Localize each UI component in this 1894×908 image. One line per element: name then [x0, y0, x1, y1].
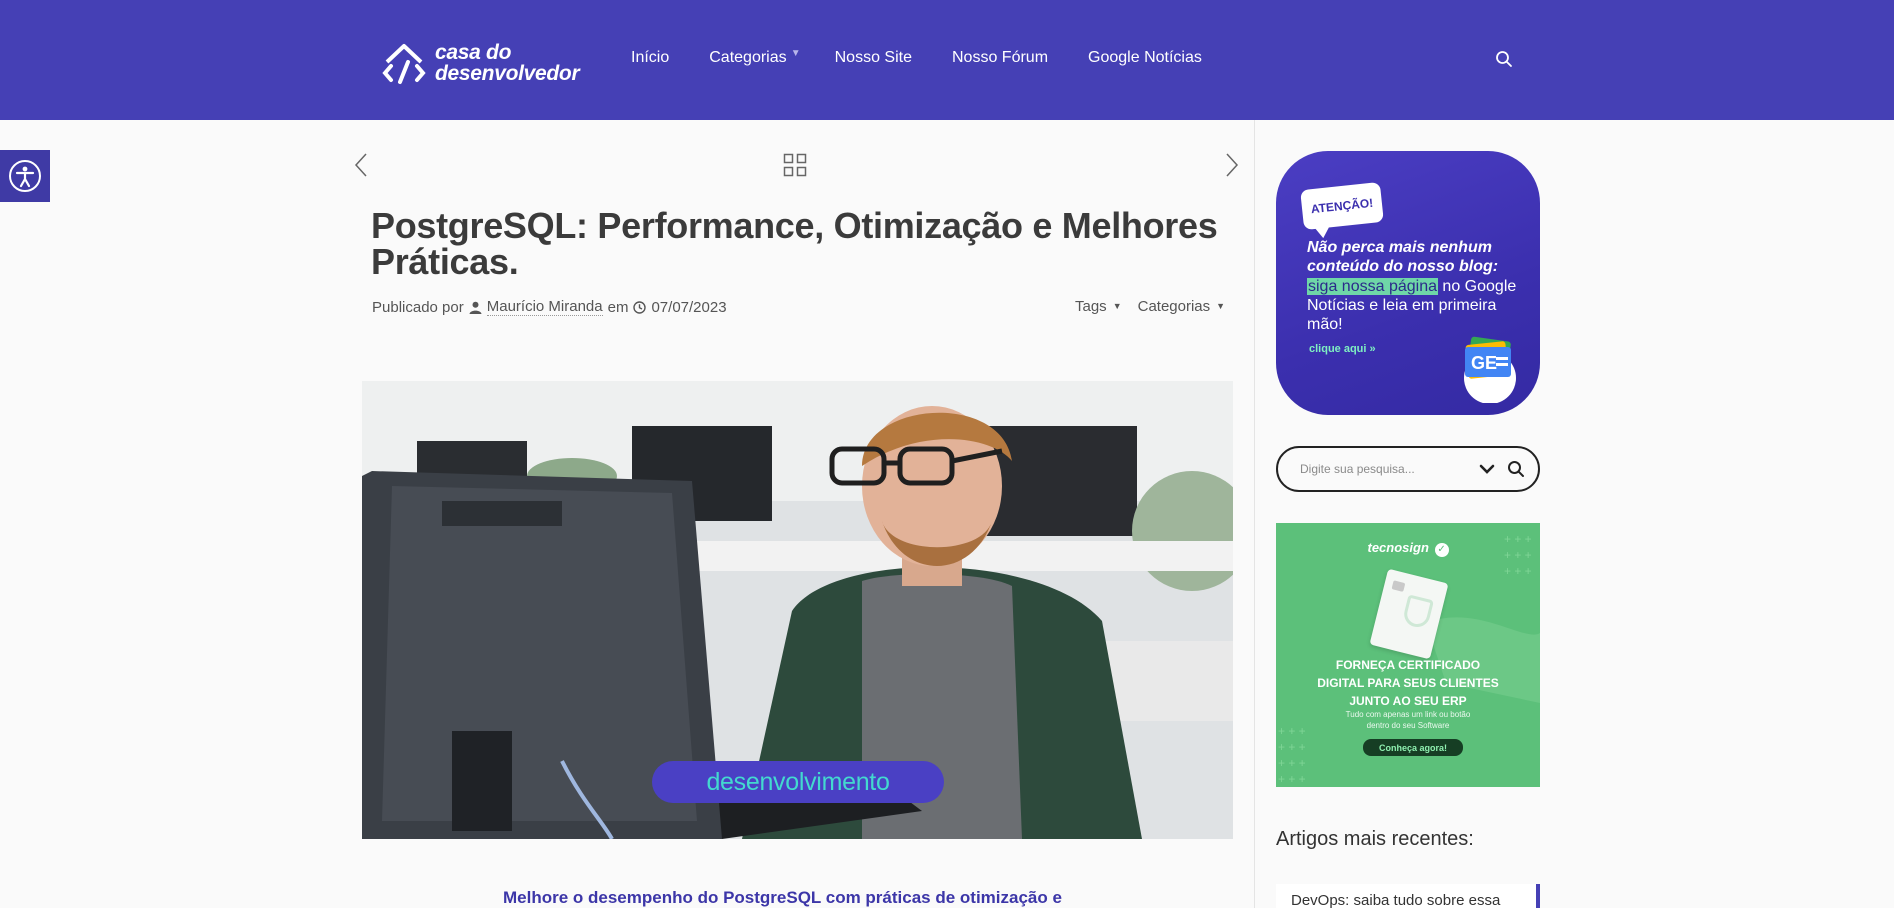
tecnosign-ad-banner[interactable]: + + + + + + + + + + + + + + + + + + + + + tec… [1276, 523, 1540, 787]
google-news-icon: GE [1464, 336, 1516, 403]
attention-badge: ATENÇÃO! [1300, 181, 1384, 231]
caret-down-icon: ▼ [1216, 301, 1226, 311]
post-taxonomy: Tags ▼ Categorias ▼ [1075, 298, 1225, 315]
author-link[interactable]: Maurício Miranda [486, 298, 603, 316]
ad-brand-name: tecnosign ✓ [1276, 540, 1540, 557]
logo-code-house-icon [382, 44, 426, 84]
promo-cta-link[interactable]: clique aqui » [1309, 343, 1376, 355]
tags-label: Tags [1075, 298, 1107, 315]
post-title: PostgreSQL: Performance, Otimização e Me… [371, 205, 1218, 282]
accessibility-icon [9, 160, 41, 192]
ad-headline-line: FORNEÇA CERTIFICADO [1335, 658, 1481, 672]
logo-text-line1: casa do [435, 41, 512, 64]
promo-body: siga nossa página no Google Notícias e l… [1307, 277, 1529, 334]
ad-subtext: Tudo com apenas um link ou botão dentro … [1276, 709, 1540, 731]
promo-highlight: siga nossa página [1307, 278, 1438, 295]
logo-text-line2: desenvolvedor [435, 62, 580, 85]
site-logo[interactable]: casa do desenvolvedor [381, 40, 580, 86]
svg-text:+ + +: + + + [1278, 772, 1306, 786]
tags-dropdown[interactable]: Tags ▼ [1075, 298, 1122, 315]
featured-image: desenvolvimento [362, 381, 1233, 839]
recent-article-item[interactable]: DevOps: saiba tudo sobre essa [1276, 884, 1540, 908]
caret-down-icon: ▼ [790, 48, 801, 59]
nav-item-label: Categorias [709, 49, 787, 66]
ad-subtext-line: dentro do seu Software [1366, 721, 1450, 730]
search-icon[interactable] [1507, 460, 1525, 478]
post-meta: Publicado por Maurício Miranda em 07/07/… [372, 298, 727, 316]
nav-item-nosso-forum[interactable]: Nosso Fórum [952, 49, 1048, 67]
published-by-label: Publicado por [372, 298, 464, 316]
chevron-right-icon[interactable] [1224, 152, 1240, 178]
ad-headline-line: JUNTO AO SEU ERP [1349, 694, 1467, 708]
google-news-promo-banner[interactable]: ATENÇÃO! Não perca mais nenhum conteúdo … [1276, 151, 1540, 415]
svg-text:+ + +: + + + [1278, 740, 1306, 754]
svg-text:+ + +: + + + [1278, 756, 1306, 770]
site-header: casa do desenvolvedor Início Categorias … [0, 0, 1894, 120]
recent-articles-title: Artigos mais recentes: [1276, 828, 1474, 850]
post-excerpt: Melhore o desempenho do PostgreSQL com p… [503, 888, 1062, 907]
main-nav: Início Categorias ▼ Nosso Site Nosso Fór… [631, 48, 1202, 67]
chevron-left-icon[interactable] [353, 152, 369, 178]
promo-headline: Não perca mais nenhum conteúdo do nosso … [1307, 239, 1499, 275]
categories-dropdown[interactable]: Categorias ▼ [1138, 298, 1225, 315]
grid-icon[interactable] [783, 153, 807, 177]
in-label: em [607, 298, 629, 316]
ad-headline-line: DIGITAL PARA SEUS CLIENTES [1317, 676, 1499, 690]
accessibility-button[interactable] [0, 150, 50, 202]
nav-item-google-noticias[interactable]: Google Notícias [1088, 49, 1202, 67]
svg-text:GE: GE [1471, 353, 1497, 373]
ad-cta-button[interactable]: Conheça agora! [1363, 739, 1463, 756]
search-icon[interactable] [1495, 50, 1513, 68]
image-category-badge: desenvolvimento [652, 761, 944, 803]
ad-brand-label: tecnosign [1367, 540, 1429, 555]
check-badge-icon: ✓ [1434, 543, 1449, 557]
caret-down-icon: ▼ [1112, 301, 1122, 311]
post-date: 07/07/2023 [651, 298, 727, 316]
svg-text:+ + +: + + + [1504, 564, 1532, 578]
clock-icon [633, 300, 647, 314]
nav-item-nosso-site[interactable]: Nosso Site [835, 49, 912, 67]
sidebar-search [1276, 446, 1540, 492]
nav-item-inicio[interactable]: Início [631, 49, 669, 67]
ad-subtext-line: Tudo com apenas um link ou botão [1345, 710, 1471, 719]
search-input[interactable] [1300, 462, 1480, 476]
nav-item-categorias[interactable]: Categorias ▼ [709, 48, 800, 67]
categories-label: Categorias [1137, 298, 1211, 315]
sidebar-divider [1254, 120, 1255, 908]
chevron-down-icon[interactable] [1479, 462, 1495, 476]
ad-headline: FORNEÇA CERTIFICADO DIGITAL PARA SEUS CL… [1276, 656, 1540, 710]
user-icon [469, 301, 482, 314]
